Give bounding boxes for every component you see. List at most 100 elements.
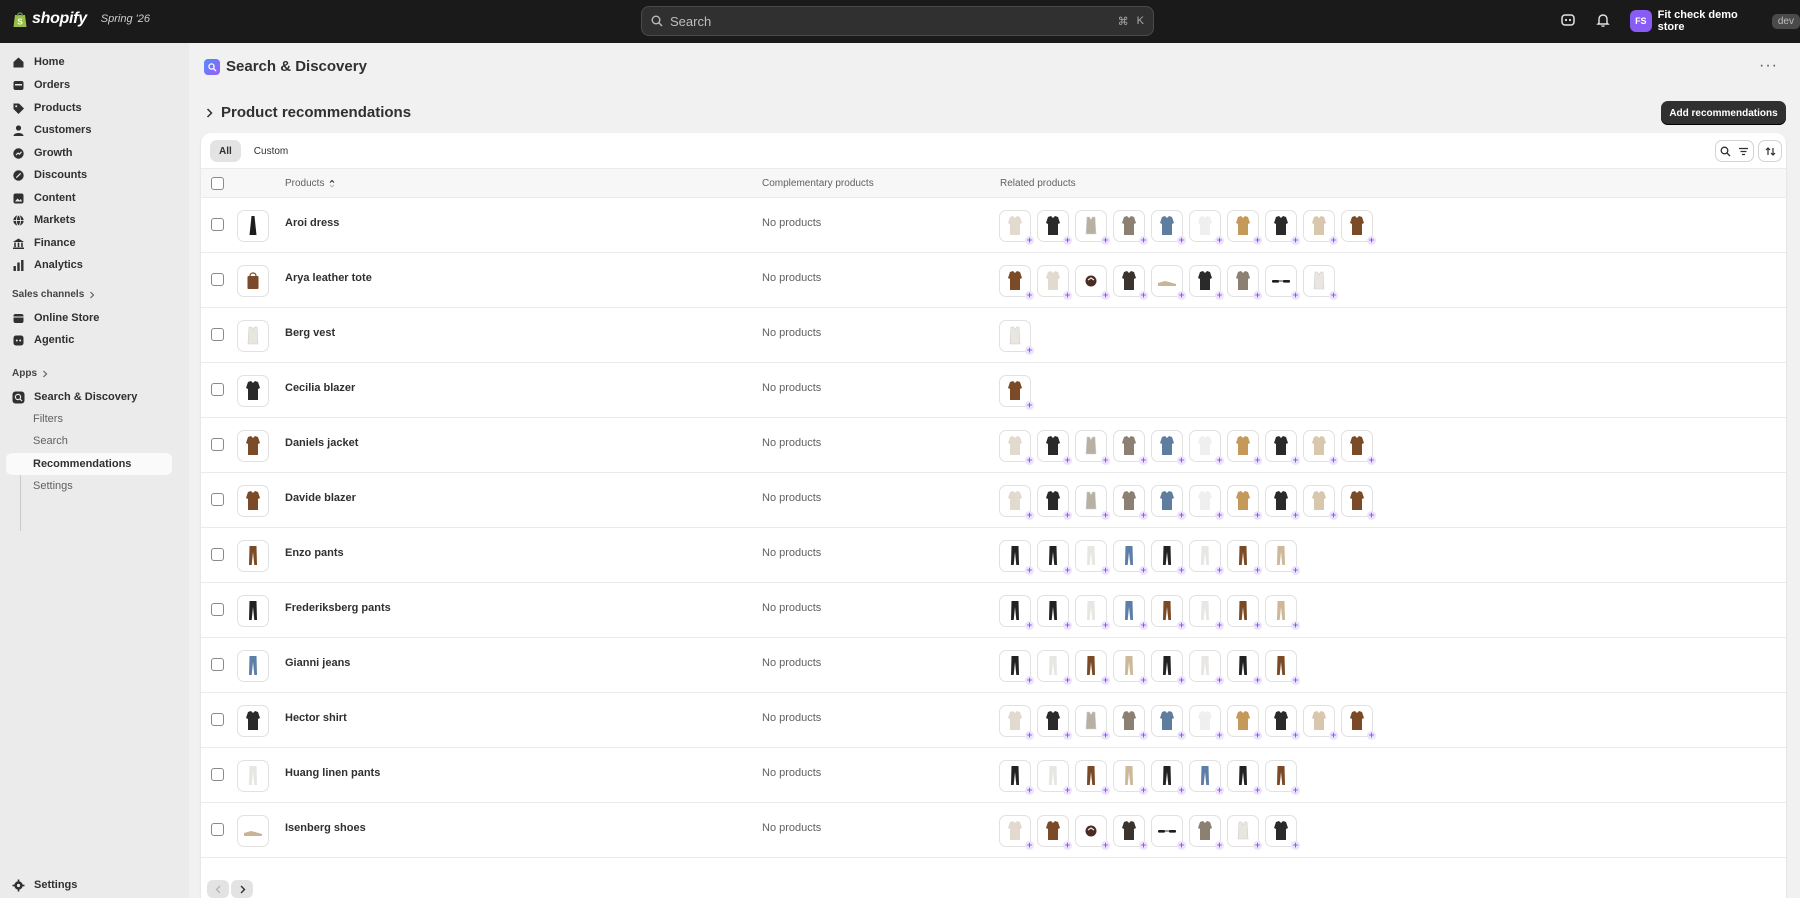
related-product-thumbnail[interactable]: + [1265,430,1300,465]
related-product-thumbnail[interactable]: + [999,540,1034,575]
related-product-thumbnail[interactable]: + [1189,595,1224,630]
product-name[interactable]: Huang linen pants [285,767,380,779]
sidebar-item-markets[interactable]: Markets [6,209,172,231]
related-product-thumbnail[interactable]: + [1303,430,1338,465]
related-product-thumbnail[interactable]: + [1189,540,1224,575]
more-actions-icon[interactable]: ··· [1759,57,1778,75]
related-product-thumbnail[interactable]: + [1341,705,1376,740]
sidebar-item-finance[interactable]: Finance [6,232,172,254]
related-product-thumbnail[interactable]: + [1303,210,1338,245]
related-product-thumbnail[interactable]: + [1075,815,1110,850]
related-product-thumbnail[interactable]: + [999,320,1034,355]
related-product-thumbnail[interactable]: + [1037,760,1072,795]
related-product-thumbnail[interactable]: + [1037,210,1072,245]
table-row[interactable]: Cecilia blazer No products + [201,363,1786,418]
related-product-thumbnail[interactable]: + [1189,210,1224,245]
related-product-thumbnail[interactable]: + [1037,595,1072,630]
row-checkbox[interactable] [211,658,224,671]
related-product-thumbnail[interactable]: + [1341,210,1376,245]
related-product-thumbnail[interactable]: + [1189,430,1224,465]
related-product-thumbnail[interactable]: + [1227,210,1262,245]
column-header-products[interactable]: Products [285,178,335,189]
related-product-thumbnail[interactable]: + [1075,485,1110,520]
related-product-thumbnail[interactable]: + [1265,265,1300,300]
product-name[interactable]: Frederiksberg pants [285,602,391,614]
related-product-thumbnail[interactable]: + [1189,815,1224,850]
sort-button[interactable] [1758,140,1782,162]
column-header-related[interactable]: Related products [1000,178,1076,189]
related-product-thumbnail[interactable]: + [1037,705,1072,740]
related-product-thumbnail[interactable]: + [1075,595,1110,630]
sidebar-item-discounts[interactable]: Discounts [6,164,172,186]
global-search-input[interactable]: Search ⌘ K [641,6,1154,36]
store-menu[interactable]: FS Fit check demo store dev [1630,9,1800,33]
row-checkbox[interactable] [211,328,224,341]
related-product-thumbnail[interactable]: + [1303,485,1338,520]
table-row[interactable]: Frederiksberg pants No products + + + + + + + + [201,583,1786,638]
related-product-thumbnail[interactable]: + [1189,760,1224,795]
related-product-thumbnail[interactable]: + [1075,265,1110,300]
related-product-thumbnail[interactable]: + [1227,430,1262,465]
sidebar-item-products[interactable]: Products [6,97,172,119]
related-product-thumbnail[interactable]: + [1113,705,1148,740]
related-product-thumbnail[interactable]: + [1189,705,1224,740]
related-product-thumbnail[interactable]: + [1227,485,1262,520]
row-checkbox[interactable] [211,713,224,726]
related-product-thumbnail[interactable]: + [999,705,1034,740]
related-product-thumbnail[interactable]: + [1227,540,1262,575]
table-row[interactable]: Daniels jacket No products + + + + + + + + + + [201,418,1786,473]
row-checkbox[interactable] [211,383,224,396]
table-row[interactable]: Huang linen pants No products + + + + + + + + [201,748,1786,803]
related-product-thumbnail[interactable]: + [1113,265,1148,300]
related-product-thumbnail[interactable]: + [1303,705,1338,740]
related-product-thumbnail[interactable]: + [999,595,1034,630]
table-row[interactable]: Aroi dress No products + + + + + + + + + + [201,198,1786,253]
related-product-thumbnail[interactable]: + [1037,815,1072,850]
product-name[interactable]: Cecilia blazer [285,382,355,394]
row-checkbox[interactable] [211,548,224,561]
sidebar-subitem-filters[interactable]: Filters [6,408,172,430]
row-checkbox[interactable] [211,823,224,836]
product-name[interactable]: Davide blazer [285,492,356,504]
sidebar-item-content[interactable]: Content [6,187,172,209]
sidebar-item-online-store[interactable]: Online Store [6,307,172,329]
related-product-thumbnail[interactable]: + [1265,760,1300,795]
related-product-thumbnail[interactable]: + [1113,595,1148,630]
product-name[interactable]: Aroi dress [285,217,339,229]
related-product-thumbnail[interactable]: + [1227,705,1262,740]
sidebar-subitem-recommendations[interactable]: Recommendations [6,453,172,475]
related-product-thumbnail[interactable]: + [1113,650,1148,685]
row-checkbox[interactable] [211,273,224,286]
table-row[interactable]: Berg vest No products + [201,308,1786,363]
tab-all[interactable]: All [210,140,241,162]
related-product-thumbnail[interactable]: + [1151,430,1186,465]
sidebar-subitem-search[interactable]: Search [6,430,172,452]
sidebar-subitem-settings[interactable]: Settings [6,475,172,497]
select-all-checkbox[interactable] [211,177,224,190]
related-product-thumbnail[interactable]: + [1151,485,1186,520]
related-product-thumbnail[interactable]: + [1075,430,1110,465]
shopify-logo[interactable]: S shopify Spring '26 [12,10,150,28]
sidekick-icon[interactable] [1560,12,1576,28]
sales-channels-heading[interactable]: Sales channels [12,289,95,300]
related-product-thumbnail[interactable]: + [1113,815,1148,850]
related-product-thumbnail[interactable]: + [1037,650,1072,685]
row-checkbox[interactable] [211,438,224,451]
related-product-thumbnail[interactable]: + [1227,815,1262,850]
related-product-thumbnail[interactable]: + [999,485,1034,520]
apps-heading[interactable]: Apps [12,368,48,379]
related-product-thumbnail[interactable]: + [1151,760,1186,795]
product-name[interactable]: Daniels jacket [285,437,358,449]
related-product-thumbnail[interactable]: + [1265,815,1300,850]
product-name[interactable]: Arya leather tote [285,272,372,284]
related-product-thumbnail[interactable]: + [1075,650,1110,685]
sidebar-item-analytics[interactable]: Analytics [6,254,172,276]
related-product-thumbnail[interactable]: + [1113,760,1148,795]
related-product-thumbnail[interactable]: + [1151,540,1186,575]
sidebar-item-search-discovery[interactable]: Search & Discovery [6,386,172,408]
row-checkbox[interactable] [211,218,224,231]
table-row[interactable]: Hector shirt No products + + + + + + + + + + [201,693,1786,748]
related-product-thumbnail[interactable]: + [999,815,1034,850]
related-product-thumbnail[interactable]: + [1265,705,1300,740]
related-product-thumbnail[interactable]: + [1227,595,1262,630]
